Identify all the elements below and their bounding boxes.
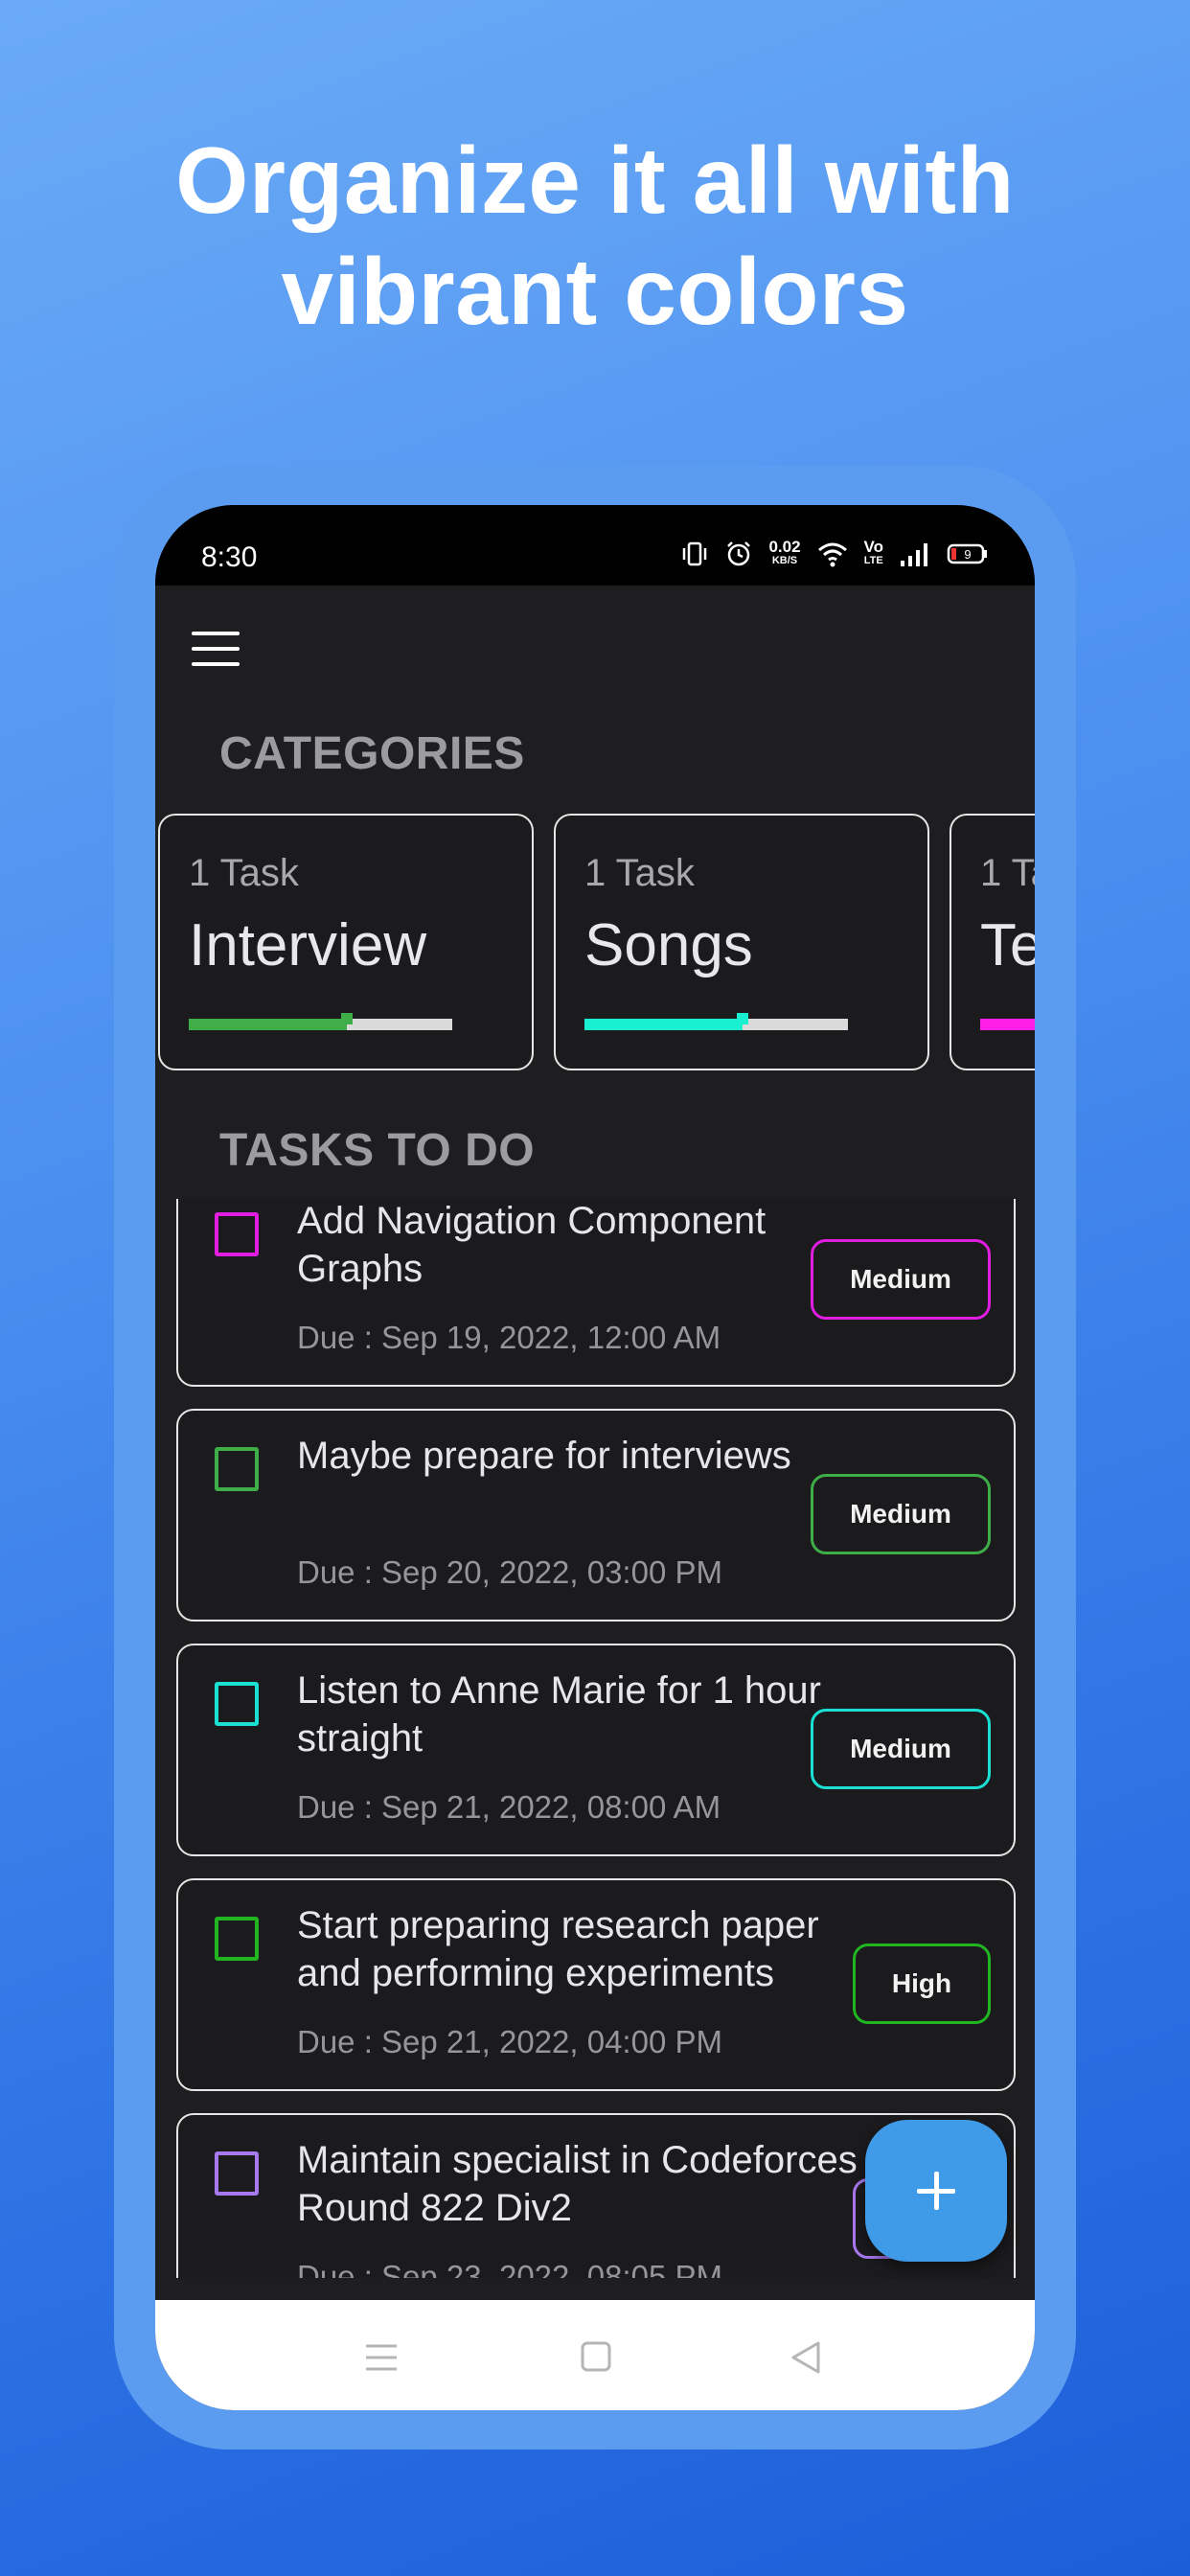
- add-task-button[interactable]: [865, 2120, 1007, 2262]
- headline: Organize it all with vibrant colors: [0, 125, 1190, 347]
- volte-icon: Vo LTE: [863, 538, 883, 568]
- task-checkbox[interactable]: [215, 1917, 259, 1961]
- headline-line-1: Organize it all with: [175, 127, 1015, 233]
- task-checkbox[interactable]: [215, 2151, 259, 2196]
- priority-badge[interactable]: Medium: [811, 1239, 991, 1320]
- volte-bottom: LTE: [863, 555, 883, 566]
- task-card[interactable]: Start preparing research paper and perfo…: [176, 1878, 1016, 2091]
- category-name: Tech: [980, 912, 1035, 978]
- app-body: CATEGORIES 1 Task Interview 1 Task Songs: [155, 586, 1035, 2330]
- category-progress-fill: [980, 1019, 1035, 1030]
- battery-icon: 9: [947, 540, 989, 568]
- task-card[interactable]: Add Navigation Component Graphs Due : Se…: [176, 1199, 1016, 1387]
- priority-badge[interactable]: Medium: [811, 1709, 991, 1789]
- plus-icon: [917, 2172, 955, 2210]
- categories-title: CATEGORIES: [219, 728, 525, 779]
- category-progress-fill: [189, 1019, 347, 1030]
- category-card[interactable]: 1 Task Interview: [158, 814, 534, 1070]
- category-progress: [980, 1019, 1035, 1030]
- category-count: 1 Task: [584, 852, 695, 894]
- home-icon[interactable]: [577, 2340, 615, 2375]
- volte-top: Vo: [863, 538, 883, 556]
- category-progress-fill: [584, 1019, 743, 1030]
- category-progress-knob: [341, 1013, 353, 1024]
- category-progress: [584, 1013, 848, 1030]
- task-title: Listen to Anne Marie for 1 hour straight: [297, 1669, 821, 1760]
- hamburger-menu-icon[interactable]: [192, 632, 240, 670]
- vibrate-icon: [680, 540, 709, 568]
- task-due: Due : Sep 19, 2022, 12:00 AM: [297, 1320, 721, 1355]
- status-time: 8:30: [201, 541, 258, 573]
- headline-line-2: vibrant colors: [281, 239, 909, 344]
- signal-icon: [899, 540, 931, 568]
- task-card[interactable]: Maybe prepare for interviews Due : Sep 2…: [176, 1409, 1016, 1622]
- task-checkbox[interactable]: [215, 1682, 259, 1726]
- task-list[interactable]: Add Navigation Component Graphs Due : Se…: [155, 1199, 1035, 2278]
- network-speed: 0.02 KB/S: [768, 538, 801, 568]
- category-card[interactable]: 1 Task Songs: [554, 814, 929, 1070]
- task-due: Due : Sep 21, 2022, 04:00 PM: [297, 2024, 722, 2059]
- recents-icon[interactable]: [362, 2340, 400, 2375]
- system-nav-bar: [155, 2300, 1035, 2410]
- category-progress: [189, 1013, 452, 1030]
- network-speed-value: 0.02: [768, 538, 801, 556]
- back-icon[interactable]: [788, 2340, 826, 2375]
- priority-badge[interactable]: High: [853, 1944, 991, 2024]
- task-due: Due : Sep 20, 2022, 03:00 PM: [297, 1554, 722, 1590]
- task-card[interactable]: Listen to Anne Marie for 1 hour straight…: [176, 1644, 1016, 1856]
- tasks-title: TASKS TO DO: [219, 1125, 536, 1176]
- task-title: Start preparing research paper and perfo…: [297, 1904, 819, 1994]
- task-title: Add Navigation Component Graphs: [297, 1200, 767, 1290]
- categories-carousel[interactable]: 1 Task Interview 1 Task Songs 1 Task Tec…: [158, 814, 1035, 1072]
- task-due: Due : Sep 23, 2022, 08:05 PM: [297, 2259, 722, 2278]
- task-checkbox[interactable]: [215, 1447, 259, 1491]
- task-title: Maybe prepare for interviews: [297, 1435, 791, 1477]
- category-count: 1 Task: [189, 852, 299, 894]
- wifi-icon: [816, 540, 849, 568]
- status-icons: 0.02 KB/S Vo LTE 9: [680, 538, 989, 568]
- task-due: Due : Sep 21, 2022, 08:00 AM: [297, 1789, 721, 1825]
- status-bar: 8:30 0.02 KB/S Vo LTE 9: [155, 505, 1035, 586]
- category-progress-knob: [737, 1013, 748, 1024]
- battery-level: 9: [964, 547, 971, 562]
- task-checkbox[interactable]: [215, 1212, 259, 1256]
- priority-badge[interactable]: Medium: [811, 1474, 991, 1554]
- category-count: 1 Task: [980, 852, 1035, 894]
- category-card[interactable]: 1 Task Tech: [950, 814, 1035, 1070]
- task-title: Maintain specialist in Codeforces Round …: [297, 2139, 858, 2229]
- alarm-icon: [724, 540, 753, 568]
- category-name: Interview: [189, 912, 427, 978]
- category-name: Songs: [584, 912, 753, 978]
- network-speed-unit: KB/S: [771, 555, 798, 566]
